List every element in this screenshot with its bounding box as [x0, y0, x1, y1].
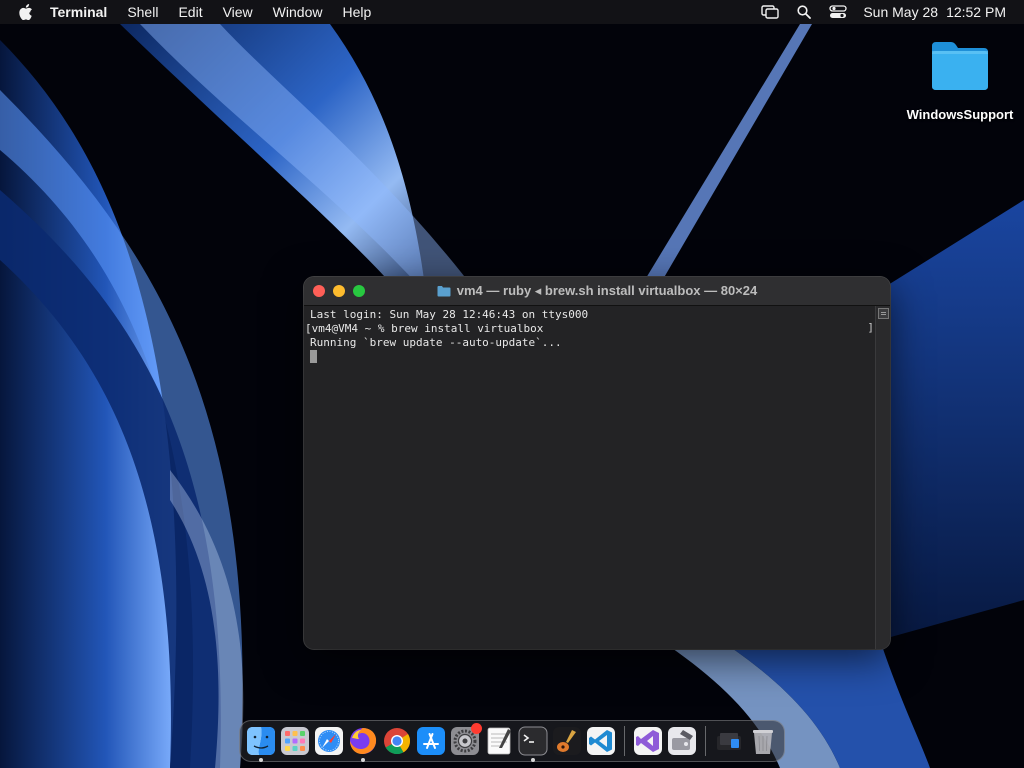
- text-cursor: [310, 350, 317, 363]
- running-indicator: [259, 758, 263, 762]
- running-indicator: [361, 758, 365, 762]
- folder-label: WindowsSupport: [906, 107, 1014, 122]
- dock-chrome[interactable]: [382, 726, 412, 756]
- terminal-output[interactable]: Last login: Sun May 28 12:46:43 on ttys0…: [304, 306, 876, 649]
- firefox-icon: [350, 728, 377, 754]
- terminal-line-text: vm4@VM4 ~ % brew install virtualbox: [311, 322, 544, 335]
- trash-icon: [753, 730, 773, 754]
- dock-safari[interactable]: [314, 726, 344, 756]
- visual-studio-icon: [634, 727, 662, 755]
- running-indicator: [531, 758, 535, 762]
- menu-bar-clock[interactable]: Sun May 28 12:52 PM: [863, 4, 1006, 20]
- split-pane-handle-icon[interactable]: [878, 308, 889, 319]
- menu-view[interactable]: View: [223, 0, 253, 24]
- dock-system-settings[interactable]: [450, 723, 482, 756]
- dock-launchpad[interactable]: [280, 726, 310, 756]
- dock-disk-utility[interactable]: [667, 726, 697, 756]
- apple-icon[interactable]: [18, 4, 34, 20]
- menu-help[interactable]: Help: [342, 0, 371, 24]
- terminal-line: Running `brew update --auto-update`...: [310, 336, 562, 349]
- clock-date: Sun May 28: [863, 4, 939, 20]
- dock-vscode[interactable]: [586, 726, 616, 756]
- terminal-scrollbar[interactable]: [875, 306, 890, 649]
- terminal-cursor-line: [310, 350, 870, 365]
- downloads-stack-icon: [717, 733, 741, 750]
- dock-separator: [624, 726, 625, 756]
- menu-bar: Terminal Shell Edit View Window Help Sun…: [0, 0, 1024, 24]
- dock-firefox[interactable]: [348, 726, 378, 762]
- dock-garageband[interactable]: [552, 726, 582, 756]
- menu-shell[interactable]: Shell: [127, 0, 158, 24]
- terminal-line: [vm4@VM4 ~ % brew install virtualbox: [305, 322, 870, 336]
- dock-finder[interactable]: [246, 726, 276, 762]
- finder-icon: [247, 727, 275, 755]
- minimize-button[interactable]: [333, 285, 345, 297]
- control-center-icon[interactable]: [829, 4, 847, 20]
- dock-separator: [705, 726, 706, 756]
- disk-utility-icon: [668, 727, 696, 755]
- dock-terminal[interactable]: [518, 726, 548, 762]
- folder-icon: [932, 42, 988, 90]
- dock-downloads-stack[interactable]: [714, 726, 744, 756]
- window-title-text: vm4 — ruby ◂ brew.sh install virtualbox …: [456, 283, 758, 298]
- search-icon[interactable]: [795, 4, 813, 20]
- textedit-icon: [487, 727, 511, 755]
- clock-time: 12:52 PM: [946, 4, 1006, 20]
- garageband-icon: [553, 727, 581, 755]
- chrome-icon: [384, 728, 411, 755]
- notification-badge: [471, 723, 482, 734]
- terminal-window[interactable]: vm4 — ruby ◂ brew.sh install virtualbox …: [304, 277, 890, 649]
- menu-window[interactable]: Window: [273, 0, 323, 24]
- line-prefix: [: [305, 322, 312, 335]
- dock: [239, 720, 785, 762]
- app-store-icon: [417, 727, 445, 755]
- dock-app-store[interactable]: [416, 726, 446, 756]
- zoom-button[interactable]: [353, 285, 365, 297]
- menu-edit[interactable]: Edit: [178, 0, 202, 24]
- close-button[interactable]: [313, 285, 325, 297]
- vscode-icon: [587, 727, 615, 755]
- window-title: vm4 — ruby ◂ brew.sh install virtualbox …: [304, 277, 890, 305]
- dock-visual-studio[interactable]: [633, 726, 663, 756]
- desktop-folder-windowssupport[interactable]: WindowsSupport: [902, 38, 1018, 122]
- terminal-icon: [518, 726, 548, 756]
- line-suffix: ]: [867, 321, 874, 334]
- terminal-line: Last login: Sun May 28 12:46:43 on ttys0…: [310, 308, 589, 321]
- launchpad-icon: [281, 727, 309, 755]
- safari-icon: [315, 727, 343, 755]
- dock-textedit[interactable]: [484, 726, 514, 756]
- terminal-titlebar[interactable]: vm4 — ruby ◂ brew.sh install virtualbox …: [304, 277, 890, 306]
- dock-trash[interactable]: [748, 726, 778, 756]
- screen-mirroring-icon[interactable]: [761, 4, 780, 20]
- menu-app-terminal[interactable]: Terminal: [50, 0, 107, 24]
- folder-icon: [437, 286, 451, 297]
